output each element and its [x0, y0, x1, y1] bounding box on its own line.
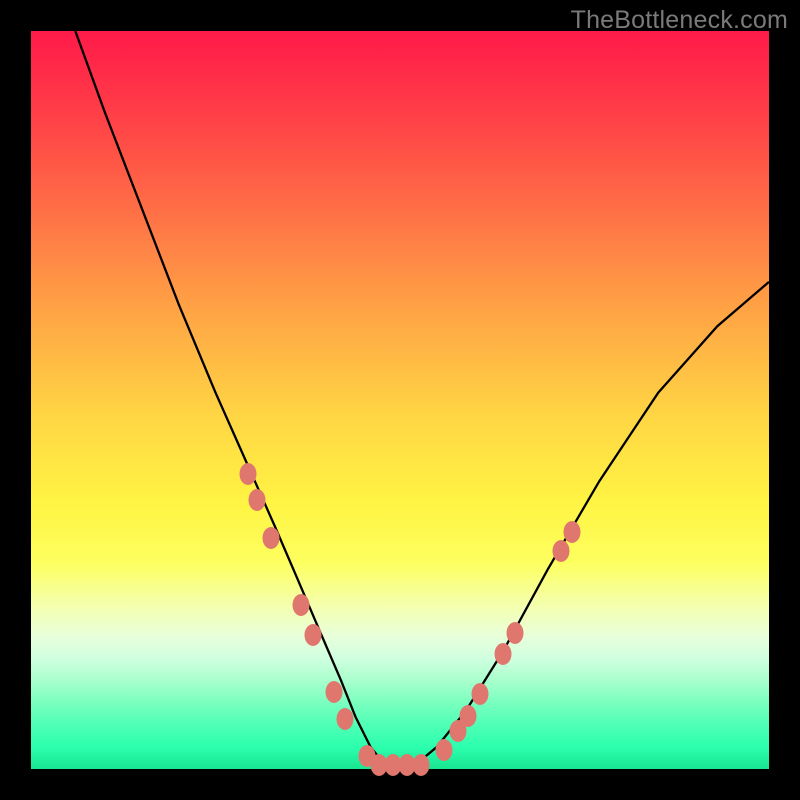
curve-svg: [31, 31, 769, 769]
data-marker: [507, 622, 524, 644]
data-marker: [436, 739, 453, 761]
chart-container: TheBottleneck.com: [0, 0, 800, 800]
data-marker: [552, 540, 569, 562]
data-marker: [472, 683, 489, 705]
data-marker: [293, 594, 310, 616]
data-marker: [248, 489, 265, 511]
data-marker: [563, 521, 580, 543]
data-marker: [413, 754, 430, 776]
plot-area: [31, 31, 769, 769]
data-marker: [262, 527, 279, 549]
bottleneck-curve: [75, 31, 769, 765]
data-marker: [495, 643, 512, 665]
data-marker: [326, 681, 343, 703]
watermark-text: TheBottleneck.com: [571, 6, 788, 35]
data-marker: [239, 463, 256, 485]
data-marker: [337, 708, 354, 730]
data-marker: [304, 624, 321, 646]
data-marker: [459, 705, 476, 727]
